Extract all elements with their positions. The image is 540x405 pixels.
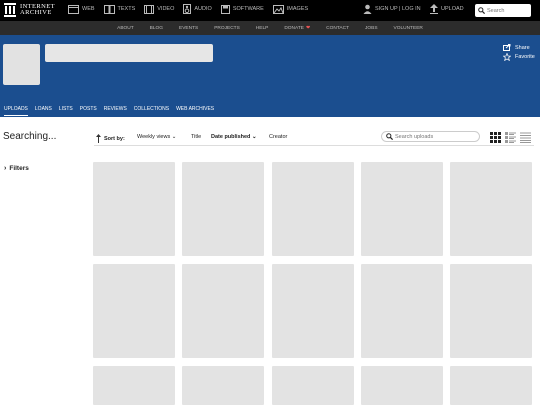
upload-link[interactable]: UPLOAD (430, 4, 464, 14)
avatar (3, 44, 40, 85)
result-tile-placeholder[interactable] (182, 366, 264, 405)
subnav-help[interactable]: HELP (256, 26, 269, 31)
search-icon (386, 133, 393, 140)
media-item-images[interactable]: IMAGES (272, 4, 308, 14)
speaker-icon (183, 4, 192, 14)
sort-arrows-icon (96, 134, 101, 143)
media-item-texts[interactable]: TEXTS (103, 4, 135, 14)
subnav-contact[interactable]: CONTACT (326, 26, 349, 31)
share-button[interactable]: Share (503, 44, 530, 51)
tab-posts[interactable]: POSTS (80, 106, 97, 116)
subnav-projects[interactable]: PROJECTS (214, 26, 240, 31)
archive-building-icon (4, 3, 16, 17)
result-tile-placeholder[interactable] (182, 264, 264, 358)
tab-uploads[interactable]: UPLOADS (4, 106, 28, 116)
chevron-down-icon: ⌄ (251, 134, 257, 140)
subnav-jobs[interactable]: JOBS (365, 26, 378, 31)
secondary-nav: ABOUT BLOG EVENTS PROJECTS HELP DONATE ❤ … (0, 21, 540, 35)
facets-sidebar: Searching... › Filters (0, 117, 90, 405)
search-status: Searching... (3, 131, 57, 142)
result-tile-placeholder[interactable] (450, 162, 532, 256)
result-tile-placeholder[interactable] (272, 366, 354, 405)
filters-toggle[interactable]: › Filters (4, 165, 29, 172)
chevron-right-icon: › (4, 165, 7, 172)
tab-lists[interactable]: LISTS (59, 106, 73, 116)
media-item-video[interactable]: VIDEO (144, 4, 174, 14)
heart-icon: ❤ (305, 25, 311, 31)
top-navigation-bar: INTERNET ARCHIVE WEB TEXTS VIDEO AUDIO S… (0, 0, 540, 21)
internet-archive-logo[interactable]: INTERNET ARCHIVE (4, 3, 55, 17)
sort-date-published[interactable]: Date published ⌄ (211, 134, 257, 140)
results-grid (93, 162, 536, 405)
sort-bar: Sort by: Weekly views ⌄ Title Date publi… (94, 128, 534, 146)
site-search-input[interactable] (487, 7, 529, 14)
site-search-box[interactable] (475, 4, 531, 17)
star-icon (503, 53, 511, 61)
result-tile-placeholder[interactable] (93, 264, 175, 358)
media-item-software[interactable]: SOFTWARE (220, 4, 264, 14)
media-item-audio[interactable]: AUDIO (183, 4, 212, 14)
sort-by-label: Sort by: (96, 134, 125, 143)
profile-name-placeholder (45, 44, 213, 62)
result-tile-placeholder[interactable] (361, 366, 443, 405)
subnav-blog[interactable]: BLOG (150, 26, 163, 31)
film-icon (144, 4, 155, 14)
logo-text: INTERNET ARCHIVE (20, 2, 55, 16)
compact-list-view-icon[interactable] (520, 132, 531, 143)
uploads-search-input[interactable] (395, 133, 475, 140)
floppy-icon (220, 4, 230, 14)
donate-label: DONATE (284, 25, 304, 31)
tab-web-archives[interactable]: WEB ARCHIVES (176, 106, 214, 116)
result-tile-placeholder[interactable] (272, 264, 354, 358)
media-type-nav: WEB TEXTS VIDEO AUDIO SOFTWARE IMAGES (68, 4, 317, 14)
sort-title[interactable]: Title (191, 134, 201, 140)
result-tile-placeholder[interactable] (361, 162, 443, 256)
upload-arrow-icon (430, 4, 438, 14)
subnav-about[interactable]: ABOUT (117, 26, 134, 31)
image-icon (272, 4, 284, 14)
result-tile-placeholder[interactable] (93, 162, 175, 256)
share-icon (503, 44, 511, 51)
chevron-down-icon: ⌄ (171, 134, 177, 140)
media-item-web[interactable]: WEB (68, 4, 95, 14)
tab-collections[interactable]: COLLECTIONS (134, 106, 169, 116)
result-tile-placeholder[interactable] (182, 162, 264, 256)
list-detail-view-icon[interactable] (505, 132, 516, 143)
sort-creator[interactable]: Creator (269, 134, 287, 140)
favorite-button[interactable]: Favorite (503, 53, 535, 61)
subnav-volunteer[interactable]: VOLUNTEER (394, 26, 423, 31)
result-tile-placeholder[interactable] (272, 162, 354, 256)
profile-banner: Share Favorite UPLOADS LOANS LISTS POSTS… (0, 35, 540, 117)
subnav-donate[interactable]: DONATE ❤ (284, 25, 310, 31)
result-tile-placeholder[interactable] (93, 366, 175, 405)
result-tile-placeholder[interactable] (450, 264, 532, 358)
book-icon (103, 4, 115, 14)
subnav-events[interactable]: EVENTS (179, 26, 198, 31)
grid-view-icon[interactable] (490, 132, 501, 143)
web-icon (68, 4, 79, 14)
sort-weekly-views[interactable]: Weekly views ⌄ (137, 134, 176, 140)
sign-up-login-link[interactable]: SIGN UP | LOG IN (363, 4, 421, 14)
search-icon (478, 7, 485, 14)
uploads-search-box[interactable] (381, 131, 480, 142)
result-tile-placeholder[interactable] (361, 264, 443, 358)
tab-reviews[interactable]: REVIEWS (104, 106, 127, 116)
tab-loans[interactable]: LOANS (35, 106, 52, 116)
user-icon (363, 4, 372, 14)
result-tile-placeholder[interactable] (450, 366, 532, 405)
profile-tabs: UPLOADS LOANS LISTS POSTS REVIEWS COLLEC… (4, 106, 221, 116)
